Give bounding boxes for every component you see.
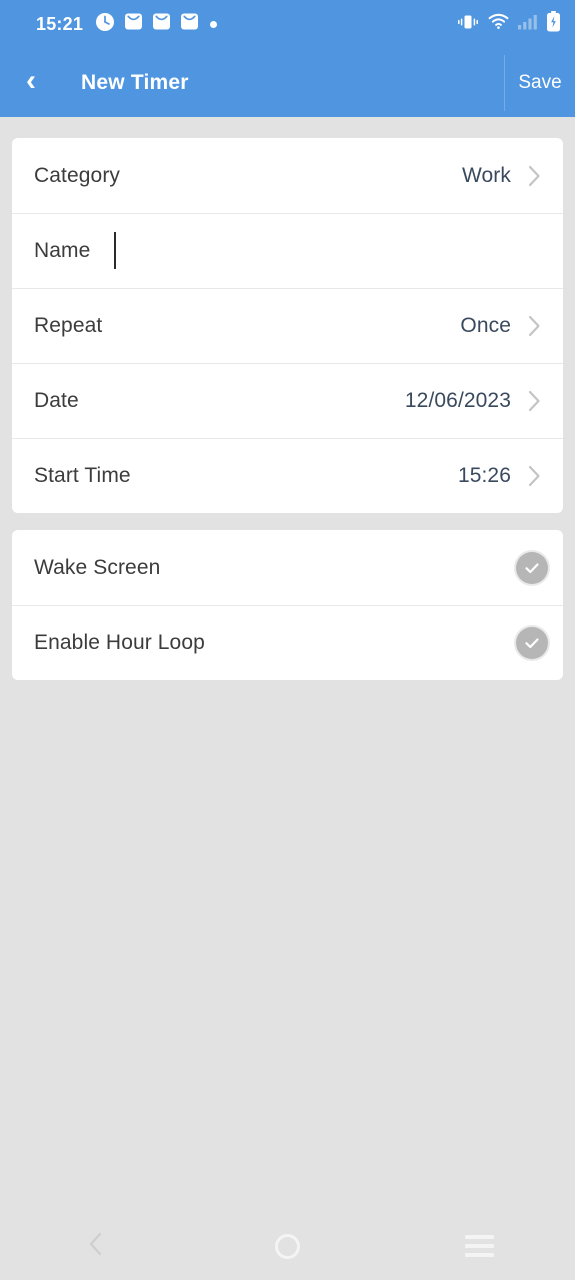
row-value: 12/06/2023 — [404, 388, 511, 412]
row-label: Category — [34, 163, 121, 187]
status-bar-right — [457, 11, 561, 37]
settings-card: Category Work Name Repeat Once Date 12/0… — [12, 138, 563, 513]
mail-icon — [180, 12, 199, 36]
status-bar-clock: 15:21 — [36, 13, 84, 34]
row-label: Start Time — [34, 463, 131, 487]
dot-indicator-icon — [210, 20, 218, 28]
chevron-right-icon — [519, 315, 549, 337]
chevron-left-icon — [85, 1231, 107, 1262]
battery-charging-icon — [546, 11, 561, 37]
chevron-left-icon: ‹ — [26, 64, 36, 97]
page-title: New Timer — [81, 70, 189, 94]
nav-recents-button[interactable] — [383, 1212, 575, 1280]
row-label: Wake Screen — [34, 555, 161, 579]
vibrate-icon — [457, 13, 479, 36]
save-button[interactable]: Save — [505, 48, 575, 117]
phone-screen: 15:21 ‹ New Timer Save Category Work Nam… — [0, 0, 575, 1280]
content-area: Category Work Name Repeat Once Date 12/0… — [0, 117, 575, 1280]
text-caret — [114, 232, 117, 269]
back-button[interactable]: ‹ — [0, 48, 62, 117]
row-date[interactable]: Date 12/06/2023 — [12, 363, 563, 438]
check-circle-icon — [516, 626, 548, 659]
mail-icon — [124, 12, 143, 36]
row-value: Work — [461, 163, 511, 187]
hamburger-icon — [464, 1235, 494, 1257]
wifi-icon — [488, 13, 509, 35]
chevron-right-icon — [519, 390, 549, 412]
chevron-right-icon — [519, 165, 549, 187]
status-bar-left: 15:21 — [36, 12, 218, 37]
row-wake-screen[interactable]: Wake Screen — [12, 530, 563, 605]
wake-screen-toggle[interactable] — [515, 551, 549, 585]
row-category[interactable]: Category Work — [12, 138, 563, 213]
options-card: Wake Screen Enable Hour Loop — [12, 530, 563, 680]
row-start-time[interactable]: Start Time 15:26 — [12, 438, 563, 513]
enable-hour-loop-toggle[interactable] — [515, 626, 549, 660]
row-label: Repeat — [34, 313, 103, 337]
row-label: Date — [34, 388, 79, 412]
app-bar: ‹ New Timer Save — [0, 48, 575, 117]
row-value: Once — [460, 313, 511, 337]
nav-back-button[interactable] — [0, 1212, 192, 1280]
chevron-right-icon — [519, 465, 549, 487]
cellular-signal-icon — [518, 13, 537, 35]
clock-icon — [95, 12, 115, 37]
row-label: Enable Hour Loop — [34, 630, 205, 654]
name-input[interactable] — [114, 231, 549, 271]
row-label: Name — [34, 238, 91, 262]
circle-icon — [275, 1233, 300, 1259]
row-repeat[interactable]: Repeat Once — [12, 288, 563, 363]
row-name[interactable]: Name — [12, 213, 563, 288]
mail-icon — [152, 12, 171, 36]
row-value: 15:26 — [457, 463, 511, 487]
android-nav-bar — [0, 1212, 575, 1280]
status-bar: 15:21 — [0, 0, 575, 48]
row-enable-hour-loop[interactable]: Enable Hour Loop — [12, 605, 563, 680]
nav-home-button[interactable] — [192, 1212, 384, 1280]
check-circle-icon — [516, 551, 548, 584]
